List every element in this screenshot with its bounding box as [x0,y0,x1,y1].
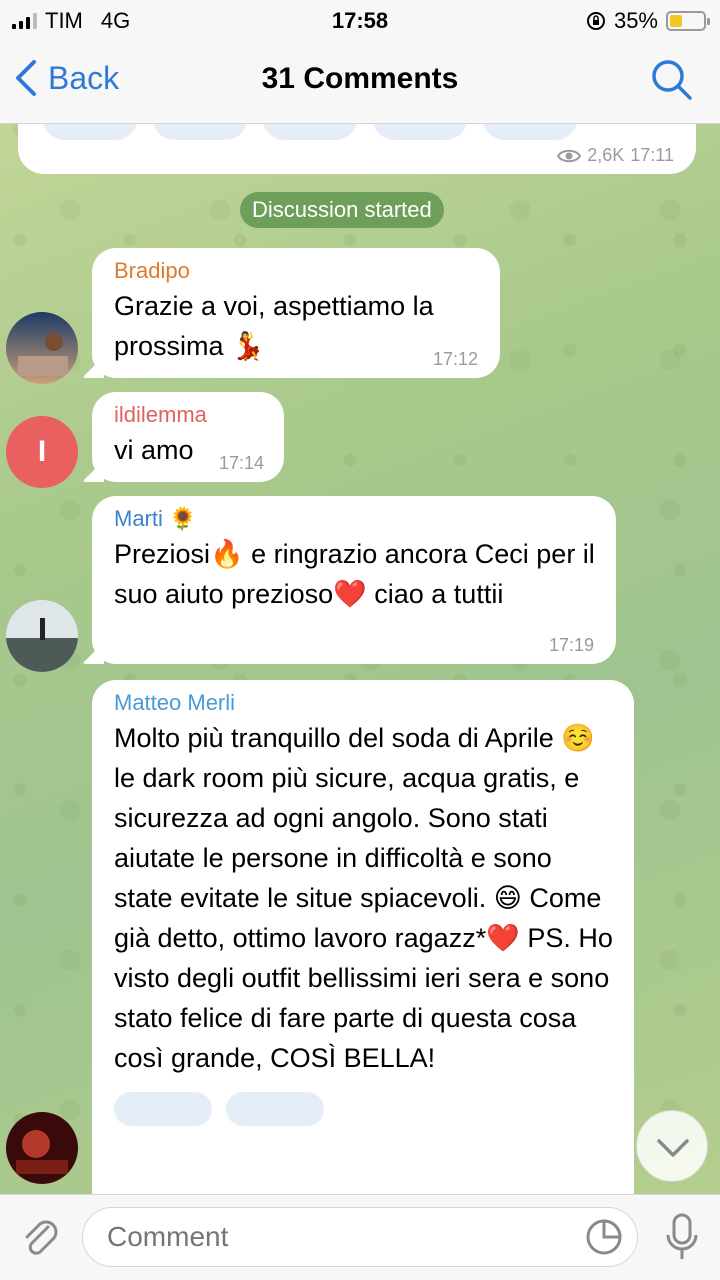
post-time: 17:11 [630,145,674,165]
reaction-pill[interactable] [114,1092,212,1126]
reaction-pill[interactable] [482,124,578,140]
avatar[interactable]: I [6,416,78,488]
post-views: 2,6K [587,145,625,165]
avatar-letter: I [37,435,47,468]
comment-author[interactable]: ildilemma [114,402,262,428]
comments-list[interactable]: 2,6K 17:11 Discussion started Bradipo Gr… [0,124,720,1194]
comment-text: Grazie a voi, aspettiamo la prossima 💃 [114,291,434,361]
reaction-pill[interactable] [372,124,468,140]
comment-input-bar [0,1194,720,1280]
comment-input[interactable] [82,1207,638,1267]
scroll-to-bottom-button[interactable] [636,1110,708,1182]
comment-time: 17:14 [218,453,264,473]
post-meta: 2,6K 17:11 [557,145,674,166]
eye-icon [557,149,582,162]
paperclip-icon[interactable] [18,1215,62,1259]
comment-text: Molto più tranquillo del soda di Aprile … [114,723,613,1073]
avatar[interactable] [6,312,78,384]
reaction-pill[interactable] [226,1092,324,1126]
battery-percent: 35% [613,8,658,33]
comment-reactions [114,1092,612,1126]
comment-author[interactable]: Marti 🌻 [114,506,594,532]
nav-bar: Back 31 Comments [0,40,720,124]
channel-post[interactable]: 2,6K 17:11 [18,124,696,174]
avatar[interactable] [6,600,78,672]
sticker-icon[interactable] [584,1217,624,1257]
orientation-lock-icon [586,12,605,30]
avatar[interactable] [6,1112,78,1184]
battery-icon [666,11,710,31]
comment-time: 17:19 [548,635,594,655]
comment-bubble[interactable]: Matteo Merli Molto più tranquillo del so… [92,680,634,1194]
search-icon[interactable] [650,58,694,102]
mic-icon[interactable] [662,1211,702,1263]
comment-text: Preziosi🔥 e ringrazio ancora Ceci per il… [114,539,595,609]
reaction-pill[interactable] [152,124,248,140]
reaction-pill[interactable] [262,124,358,140]
reaction-pill[interactable] [42,124,138,140]
comment-author[interactable]: Matteo Merli [114,690,612,716]
comment-author[interactable]: Bradipo [114,258,478,284]
comment-bubble[interactable]: Marti 🌻 Preziosi🔥 e ringrazio ancora Cec… [82,496,616,664]
comment-time: 17:12 [432,349,478,369]
status-bar: TIM 4G 17:58 35% [0,0,720,40]
comment-bubble[interactable]: Bradipo Grazie a voi, aspettiamo la pros… [82,248,500,378]
chevron-down-icon [657,1139,689,1157]
comment-bubble[interactable]: ildilemma vi amo 17:14 [82,392,284,482]
page-title: 31 Comments [261,62,459,95]
status-right: 35% [586,8,710,34]
discussion-started-divider: Discussion started [240,192,444,228]
post-reactions [42,124,578,140]
